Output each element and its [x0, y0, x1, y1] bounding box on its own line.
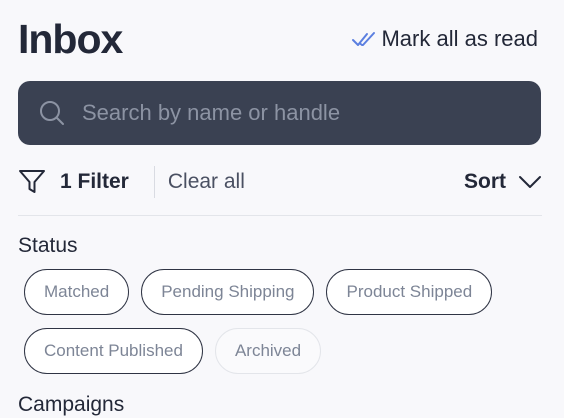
- toolbar-divider: [153, 166, 155, 198]
- status-chip-product-shipped[interactable]: Product Shipped: [326, 269, 493, 315]
- filter-button[interactable]: 1 Filter: [18, 169, 129, 195]
- status-chip-group: Matched Pending Shipping Product Shipped…: [24, 269, 544, 374]
- filter-count-label: 1 Filter: [60, 170, 129, 193]
- chevron-down-icon: [518, 174, 542, 190]
- sort-label: Sort: [464, 170, 506, 193]
- status-chip-content-published[interactable]: Content Published: [24, 328, 203, 374]
- double-check-icon: [351, 29, 379, 49]
- inbox-header: Inbox Mark all as read: [18, 14, 542, 64]
- page-title: Inbox: [18, 15, 123, 62]
- status-chip-pending-shipping[interactable]: Pending Shipping: [141, 269, 315, 315]
- section-divider: [18, 215, 542, 216]
- search-box[interactable]: [18, 81, 541, 145]
- sort-button[interactable]: Sort: [464, 170, 542, 194]
- inbox-panel: Inbox Mark all as read Search by name or…: [0, 0, 564, 418]
- status-section-label: Status: [18, 234, 78, 257]
- filter-toolbar: 1 Filter Clear all Sort: [18, 162, 542, 202]
- mark-all-read-button[interactable]: Mark all as read: [351, 26, 538, 52]
- clear-all-button[interactable]: Clear all: [168, 170, 245, 194]
- status-chip-archived[interactable]: Archived: [214, 328, 322, 374]
- funnel-icon: [18, 169, 46, 195]
- campaigns-section-label: Campaigns: [18, 393, 125, 416]
- mark-all-read-label: Mark all as read: [381, 26, 538, 51]
- status-chip-matched[interactable]: Matched: [24, 269, 130, 315]
- search-icon: [38, 99, 66, 127]
- search-input[interactable]: [82, 100, 541, 126]
